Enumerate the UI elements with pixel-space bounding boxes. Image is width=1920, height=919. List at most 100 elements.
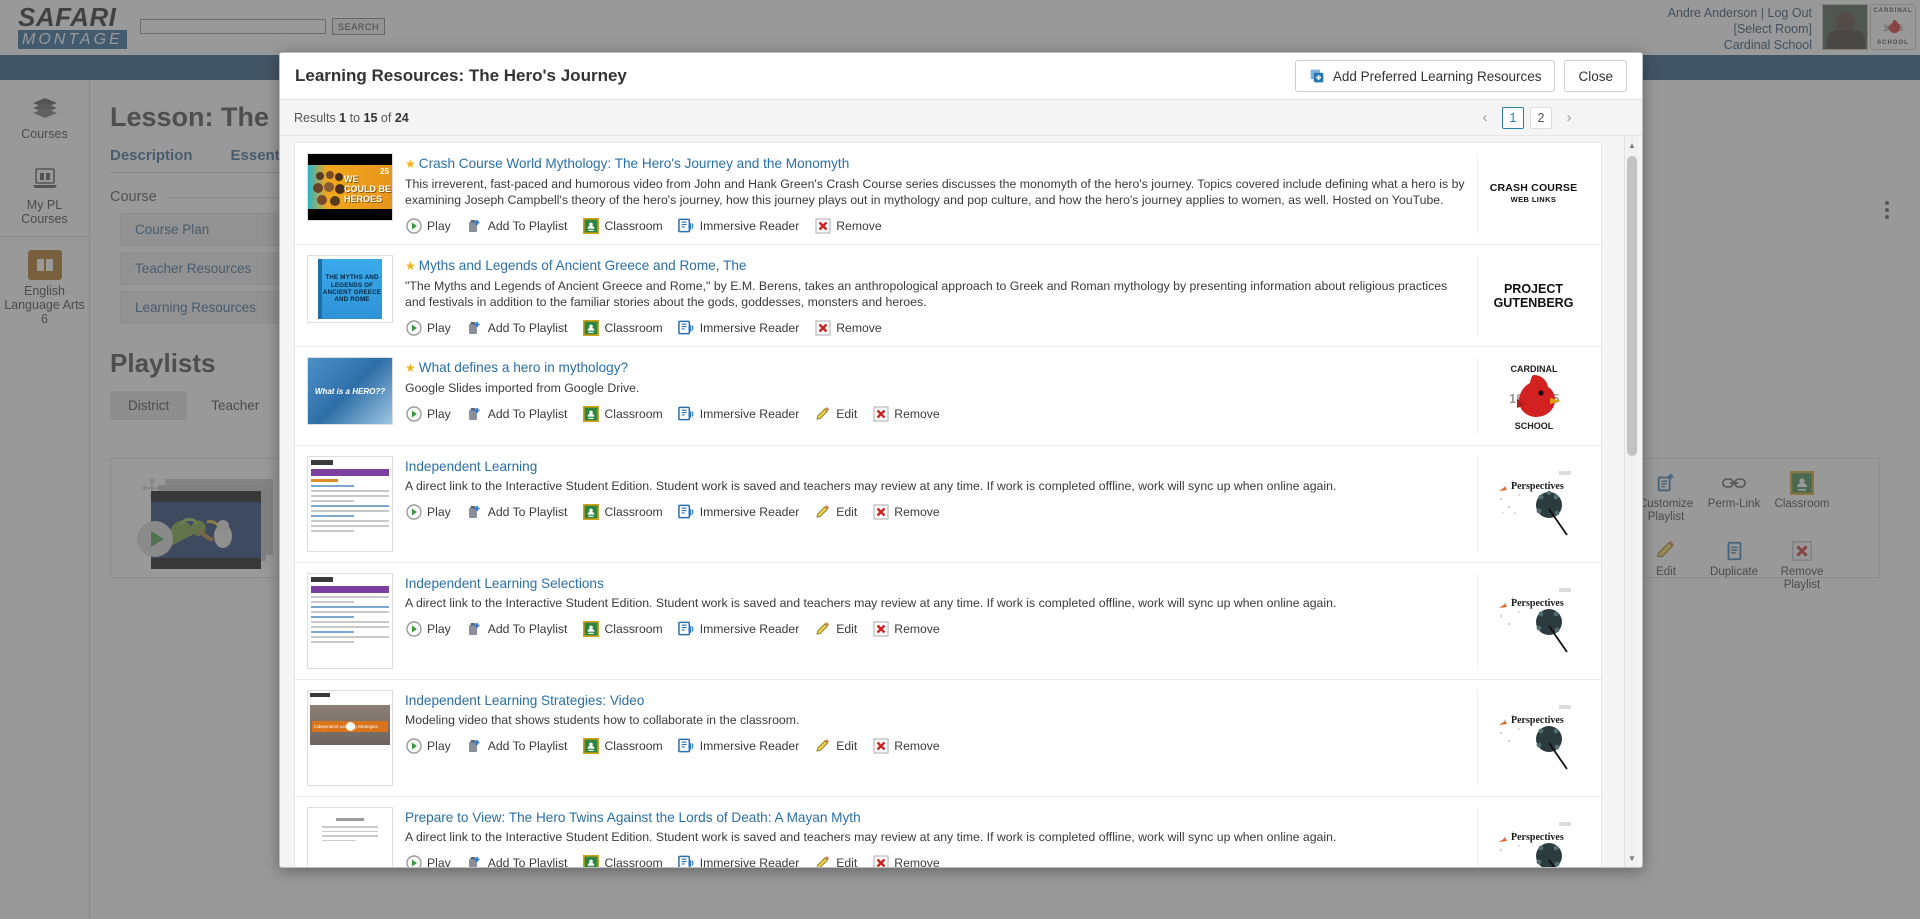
action-add-to-playlist[interactable]: Add To Playlist <box>466 217 567 234</box>
svg-text:Perspectives: Perspectives <box>1511 715 1564 726</box>
action-play[interactable]: Play <box>405 737 451 754</box>
thumb-caption: THE MYTHS AND LEGENDS OF ANCIENT GREECE … <box>322 274 382 304</box>
pagination-page-2[interactable]: 2 <box>1530 106 1552 129</box>
action-immersive-reader[interactable]: Immersive Reader <box>677 319 799 336</box>
result-thumbnail[interactable]: What is a HERO?? <box>307 357 393 425</box>
cardinal-school-brand: CARDINAL 18 45 SCHOOL <box>1495 357 1573 435</box>
action-add-to-playlist[interactable]: Add To Playlist <box>466 620 568 637</box>
immersive-reader-icon <box>677 405 695 422</box>
action-immersive-label: Immersive Reader <box>699 406 800 421</box>
star-icon: ★ <box>405 361 416 375</box>
add-to-playlist-icon <box>466 319 483 336</box>
result-brand: Perspectives <box>1477 690 1589 786</box>
result-thumbnail[interactable]: 25 WE COULD BE HEROES <box>307 153 393 221</box>
result-title-text: Independent Learning Selections <box>405 576 604 591</box>
scroll-up-arrow[interactable]: ▲ <box>1626 138 1638 152</box>
action-edit[interactable]: Edit <box>814 620 857 637</box>
action-add-to-playlist[interactable]: Add To Playlist <box>466 854 568 868</box>
action-edit[interactable]: Edit <box>814 503 857 520</box>
action-play[interactable]: Play <box>405 405 451 422</box>
google-classroom-icon <box>582 854 599 867</box>
table-row: 25 WE COULD BE HEROES ★ Crash Course Wor… <box>295 143 1601 245</box>
action-play[interactable]: Play <box>405 319 451 336</box>
action-classroom[interactable]: Classroom <box>582 405 663 422</box>
action-immersive-reader[interactable]: Immersive Reader <box>677 503 800 520</box>
action-play[interactable]: Play <box>405 217 451 234</box>
immersive-reader-icon <box>677 503 695 520</box>
result-thumbnail[interactable]: Independent Learning Strategies <box>307 690 393 786</box>
action-play[interactable]: Play <box>405 854 451 867</box>
action-classroom[interactable]: Classroom <box>582 620 663 637</box>
action-classroom[interactable]: Classroom <box>582 319 663 336</box>
result-details: Independent Learning A direct link to th… <box>405 456 1469 552</box>
action-immersive-reader[interactable]: Immersive Reader <box>677 854 800 868</box>
result-thumbnail[interactable] <box>307 456 393 552</box>
result-details: ★ Myths and Legends of Ancient Greece and… <box>405 255 1469 336</box>
action-add-label: Add To Playlist <box>487 406 568 421</box>
action-edit-label: Edit <box>836 406 858 421</box>
result-title[interactable]: Independent Learning Strategies: Video <box>405 692 1469 709</box>
result-thumbnail[interactable] <box>307 573 393 669</box>
add-preferred-learning-resources-button[interactable]: Add Preferred Learning Resources <box>1294 60 1556 92</box>
modal-title: Learning Resources: The Hero's Journey <box>295 66 627 85</box>
action-immersive-reader[interactable]: Immersive Reader <box>677 217 799 234</box>
action-immersive-label: Immersive Reader <box>699 621 800 636</box>
scroll-down-arrow[interactable]: ▼ <box>1626 851 1638 865</box>
result-title[interactable]: Independent Learning Selections <box>405 575 1469 592</box>
action-play[interactable]: Play <box>405 620 451 637</box>
action-add-label: Add To Playlist <box>487 320 568 335</box>
action-classroom-label: Classroom <box>604 504 663 519</box>
action-classroom[interactable]: Classroom <box>582 217 663 234</box>
action-remove[interactable]: Remove <box>814 217 882 234</box>
result-actions: Play Add To Playlist Classroom Immersive… <box>405 620 1469 637</box>
action-add-to-playlist[interactable]: Add To Playlist <box>466 405 568 422</box>
result-thumbnail[interactable] <box>307 807 393 867</box>
action-classroom[interactable]: Classroom <box>582 737 663 754</box>
action-remove[interactable]: Remove <box>814 319 882 336</box>
result-thumbnail[interactable]: THE MYTHS AND LEGENDS OF ANCIENT GREECE … <box>307 255 393 323</box>
action-add-to-playlist[interactable]: Add To Playlist <box>466 503 567 520</box>
remove-icon <box>814 319 831 336</box>
book-thumb-art: THE MYTHS AND LEGENDS OF ANCIENT GREECE … <box>308 256 392 322</box>
action-add-to-playlist[interactable]: Add To Playlist <box>466 737 567 754</box>
action-classroom-label: Classroom <box>604 320 663 335</box>
action-remove[interactable]: Remove <box>872 405 940 422</box>
thumb-caption: WE COULD BE HEROES <box>344 174 391 204</box>
table-row: THE MYTHS AND LEGENDS OF ANCIENT GREECE … <box>295 245 1601 347</box>
pagination-prev[interactable]: ‹ <box>1474 107 1496 129</box>
result-details: Prepare to View: The Hero Twins Against … <box>405 807 1469 867</box>
action-classroom[interactable]: Classroom <box>582 854 663 867</box>
action-immersive-reader[interactable]: Immersive Reader <box>677 405 800 422</box>
result-title[interactable]: ★ Crash Course World Mythology: The Hero'… <box>405 155 1469 173</box>
action-immersive-label: Immersive Reader <box>699 504 800 519</box>
result-description: A direct link to the Interactive Student… <box>405 596 1337 610</box>
action-immersive-label: Immersive Reader <box>699 855 800 868</box>
action-remove[interactable]: Remove <box>872 854 940 867</box>
action-add-label: Add To Playlist <box>487 621 568 636</box>
action-remove[interactable]: Remove <box>872 620 940 637</box>
brand-line-1: CRASH COURSE <box>1489 181 1578 194</box>
result-title[interactable]: ★ Myths and Legends of Ancient Greece and… <box>405 257 1469 275</box>
action-immersive-reader[interactable]: Immersive Reader <box>677 737 799 754</box>
results-list: 25 WE COULD BE HEROES ★ Crash Course Wor… <box>294 142 1602 867</box>
action-immersive-reader[interactable]: Immersive Reader <box>677 620 800 637</box>
action-play[interactable]: Play <box>405 503 451 520</box>
scrollbar-thumb[interactable] <box>1627 156 1637 456</box>
action-edit[interactable]: Edit <box>814 405 857 422</box>
close-button[interactable]: Close <box>1564 60 1627 92</box>
action-remove[interactable]: Remove <box>872 737 940 754</box>
add-resource-icon <box>1310 69 1324 83</box>
result-title[interactable]: Prepare to View: The Hero Twins Against … <box>405 809 1469 826</box>
action-add-to-playlist[interactable]: Add To Playlist <box>466 319 568 336</box>
result-title[interactable]: Independent Learning <box>405 458 1469 475</box>
result-title[interactable]: ★ What defines a hero in mythology? <box>405 359 1469 377</box>
action-add-label: Add To Playlist <box>487 855 568 868</box>
modal-scrollbar[interactable]: ▲ ▼ <box>1624 136 1638 867</box>
pagination-next[interactable]: › <box>1558 107 1580 129</box>
pagination-page-1[interactable]: 1 <box>1502 106 1524 129</box>
action-edit[interactable]: Edit <box>814 854 857 867</box>
action-classroom[interactable]: Classroom <box>582 503 663 520</box>
table-row: Independent Learning Selections A direct… <box>295 563 1601 680</box>
action-remove[interactable]: Remove <box>872 503 940 520</box>
action-edit[interactable]: Edit <box>814 737 857 754</box>
